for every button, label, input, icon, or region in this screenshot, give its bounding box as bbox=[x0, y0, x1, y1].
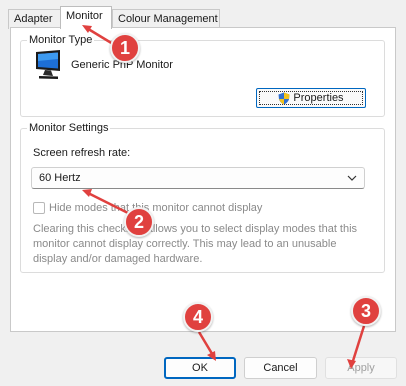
annotation-badge-3: 3 bbox=[351, 296, 381, 326]
arrow-3 bbox=[350, 325, 366, 365]
arrowhead-3 bbox=[347, 359, 356, 369]
arrow-2 bbox=[85, 190, 129, 215]
annotation-badge-1: 1 bbox=[110, 33, 140, 63]
annotation-badge-2: 2 bbox=[124, 207, 154, 237]
arrowhead-2 bbox=[82, 189, 92, 197]
annotation-badge-4: 4 bbox=[183, 302, 213, 332]
